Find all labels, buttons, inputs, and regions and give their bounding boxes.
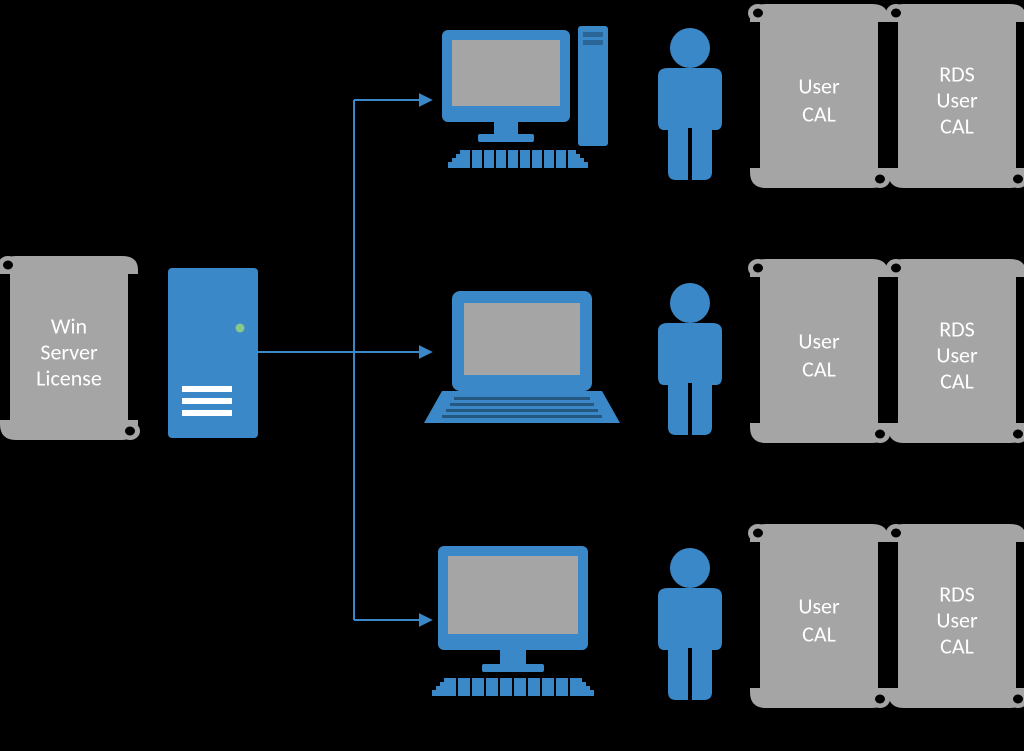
rds-cal-line1: RDS	[939, 60, 975, 87]
rds-cal-line3: CAL	[940, 112, 974, 139]
rds-user-cal-scroll: RDSUserCAL	[886, 524, 1024, 708]
user-cal-line1: User	[798, 72, 840, 99]
server-icon	[168, 268, 258, 438]
rds-cal-line2: User	[936, 341, 978, 368]
client-row-1: UserCALRDSUserCAL	[424, 259, 1024, 443]
user-cal-line1: User	[798, 327, 840, 354]
desktop-icon	[442, 26, 608, 168]
rds-cal-line2: User	[936, 86, 978, 113]
client-row-2: UserCALRDSUserCAL	[432, 524, 1024, 708]
person-icon	[658, 283, 722, 435]
rds-cal-line2: User	[936, 606, 978, 633]
licensing-diagram: Win Server License UserCALRDSUserCALUser…	[0, 0, 1024, 751]
user-cal-line2: CAL	[802, 100, 836, 127]
rds-cal-line3: CAL	[940, 632, 974, 659]
person-icon	[658, 548, 722, 700]
rds-cal-line1: RDS	[939, 580, 975, 607]
user-cal-line2: CAL	[802, 620, 836, 647]
server-license-line1: Win	[51, 312, 87, 339]
rds-cal-line3: CAL	[940, 367, 974, 394]
connectors	[258, 100, 430, 620]
laptop-icon	[424, 291, 620, 423]
user-cal-line1: User	[798, 592, 840, 619]
rds-cal-line1: RDS	[939, 315, 975, 342]
server-license-line3: License	[36, 364, 102, 391]
client-row-0: UserCALRDSUserCAL	[442, 4, 1024, 188]
server-license-scroll: Win Server License	[0, 256, 140, 440]
server-license-line2: Server	[40, 338, 98, 365]
user-cal-scroll: UserCAL	[748, 524, 890, 708]
rds-user-cal-scroll: RDSUserCAL	[886, 4, 1024, 188]
person-icon	[658, 28, 722, 180]
monitor-icon	[432, 546, 594, 696]
user-cal-line2: CAL	[802, 355, 836, 382]
rds-user-cal-scroll: RDSUserCAL	[886, 259, 1024, 443]
user-cal-scroll: UserCAL	[748, 4, 890, 188]
user-cal-scroll: UserCAL	[748, 259, 890, 443]
